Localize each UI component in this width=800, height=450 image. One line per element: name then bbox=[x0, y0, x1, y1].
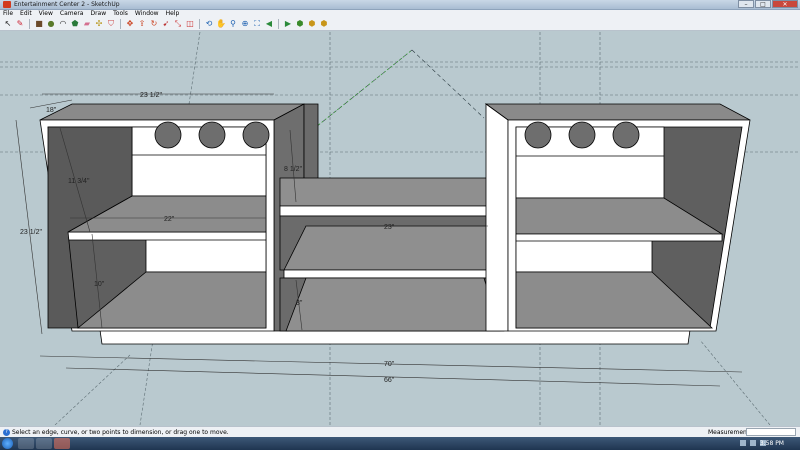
guide-triangle bbox=[305, 49, 485, 136]
dim-center-lower: 8" bbox=[296, 300, 303, 307]
zoom-extents-icon[interactable]: ⛶ bbox=[252, 19, 262, 29]
dim-depth: 18" bbox=[46, 107, 57, 114]
dim-upper-height: 11 3/4" bbox=[68, 178, 90, 185]
next-view-icon[interactable]: ▶ bbox=[283, 19, 293, 29]
main-toolbar: ↖ ✎ ■ ● ◠ ⬟ ▰ ✣ ⛉ ✥ ⇪ ↻ ➹ ⤡ ◫ ⟲ ✋ ⚲ ⊕ ⛶ ◀ ▶ ⬢ ⬢ ⬢ bbox=[0, 18, 800, 31]
dim-base: 66" bbox=[384, 377, 395, 384]
menu-edit[interactable]: Edit bbox=[20, 10, 32, 18]
get-models-icon[interactable]: ⬢ bbox=[295, 19, 305, 29]
left-cable-hole-2 bbox=[198, 121, 226, 149]
center-left-wall bbox=[303, 103, 319, 187]
taskbar-clock: 3:58 PM bbox=[759, 440, 784, 447]
right-shelf-edge bbox=[515, 233, 723, 242]
sketchup-app-icon bbox=[3, 1, 11, 8]
left-cable-hole-1 bbox=[154, 121, 182, 149]
polygon-icon[interactable]: ⬟ bbox=[70, 19, 80, 29]
center-top-shelf-edge bbox=[279, 205, 505, 217]
toolbar-separator bbox=[199, 19, 200, 29]
eraser-icon[interactable]: ▰ bbox=[82, 19, 92, 29]
left-cable-hole-3 bbox=[242, 121, 270, 149]
dim-shelf-width: 22" bbox=[164, 216, 175, 223]
toolbar-separator bbox=[120, 19, 121, 29]
tray-network-icon[interactable] bbox=[750, 440, 756, 446]
dim-center-shelf-width: 23" bbox=[384, 224, 395, 231]
base-plinth bbox=[99, 329, 691, 345]
window-controls: – □ ✕ bbox=[738, 0, 798, 9]
dim-height: 23 1/2" bbox=[20, 229, 42, 236]
windows-taskbar: 3:58 PM bbox=[0, 437, 800, 450]
toolbar-separator bbox=[278, 19, 279, 29]
close-button[interactable]: ✕ bbox=[772, 0, 798, 8]
rectangle-icon[interactable]: ■ bbox=[34, 19, 44, 29]
maximize-button[interactable]: □ bbox=[755, 0, 771, 8]
right-cable-hole-2 bbox=[568, 121, 596, 149]
right-top-surface bbox=[484, 103, 751, 121]
left-shelf-edge bbox=[67, 231, 267, 241]
dim-overall: 70" bbox=[384, 361, 395, 368]
orbit-icon[interactable]: ⟲ bbox=[204, 19, 214, 29]
dim-top-width: 23 1/2" bbox=[140, 92, 162, 99]
taskbar-explorer-icon[interactable] bbox=[36, 438, 52, 449]
share-model-icon[interactable]: ⬢ bbox=[307, 19, 317, 29]
window-title: Entertainment Center 2 - SketchUp bbox=[14, 1, 120, 8]
toolbar-separator bbox=[29, 19, 30, 29]
dim-center-upper: 8 1/2" bbox=[284, 166, 303, 173]
left-top-surface bbox=[39, 103, 305, 121]
arc-icon[interactable]: ◠ bbox=[58, 19, 68, 29]
pencil-icon[interactable]: ✎ bbox=[15, 19, 25, 29]
menu-window[interactable]: Window bbox=[135, 10, 159, 18]
tray-flag-icon[interactable] bbox=[740, 440, 746, 446]
right-cable-hole-3 bbox=[612, 121, 640, 149]
menu-camera[interactable]: Camera bbox=[60, 10, 84, 18]
right-cable-hole-1 bbox=[524, 121, 552, 149]
select-icon[interactable]: ↖ bbox=[3, 19, 13, 29]
move-icon[interactable]: ✥ bbox=[125, 19, 135, 29]
circle-icon[interactable]: ● bbox=[46, 19, 56, 29]
help-icon[interactable]: ? bbox=[3, 429, 10, 436]
menu-tools[interactable]: Tools bbox=[113, 10, 128, 18]
tape-measure-icon[interactable]: ✣ bbox=[94, 19, 104, 29]
center-bottom-shelf bbox=[285, 277, 501, 332]
minimize-button[interactable]: – bbox=[738, 0, 754, 8]
menu-file[interactable]: File bbox=[3, 10, 13, 18]
model-canvas[interactable]: 23 1/2" 18" 23 1/2" 11 3/4" 10" 22" 23" … bbox=[0, 31, 800, 426]
center-middle-shelf-edge bbox=[283, 269, 501, 279]
rotate-icon[interactable]: ↻ bbox=[149, 19, 159, 29]
taskbar-sketchup-icon[interactable] bbox=[54, 438, 70, 449]
measurements-input[interactable] bbox=[746, 428, 796, 436]
taskbar-ie-icon[interactable] bbox=[18, 438, 34, 449]
center-section bbox=[279, 103, 505, 332]
menu-view[interactable]: View bbox=[39, 10, 53, 18]
title-bar: Entertainment Center 2 - SketchUp – □ ✕ bbox=[0, 0, 800, 10]
paint-bucket-icon[interactable]: ⛉ bbox=[106, 19, 116, 29]
offset-icon[interactable]: ◫ bbox=[185, 19, 195, 29]
push-pull-icon[interactable]: ⇪ bbox=[137, 19, 147, 29]
right-tower bbox=[484, 103, 751, 332]
menu-help[interactable]: Help bbox=[166, 10, 180, 18]
right-back-lower bbox=[515, 239, 653, 273]
zoom-window-icon[interactable]: ⊕ bbox=[240, 19, 250, 29]
dim-lower-height: 10" bbox=[94, 281, 105, 288]
previous-view-icon[interactable]: ◀ bbox=[264, 19, 274, 29]
scale-icon[interactable]: ⤡ bbox=[173, 19, 183, 29]
right-left-panel bbox=[485, 103, 509, 332]
zoom-icon[interactable]: ⚲ bbox=[228, 19, 238, 29]
center-top-shelf bbox=[279, 177, 505, 207]
menu-draw[interactable]: Draw bbox=[90, 10, 106, 18]
center-middle-shelf bbox=[283, 225, 501, 271]
components-icon[interactable]: ⬢ bbox=[319, 19, 329, 29]
start-button[interactable] bbox=[2, 438, 13, 449]
menu-bar: File Edit View Camera Draw Tools Window … bbox=[0, 10, 800, 18]
follow-me-icon[interactable]: ➹ bbox=[161, 19, 171, 29]
drawing-viewport[interactable]: 23 1/2" 18" 23 1/2" 11 3/4" 10" 22" 23" … bbox=[0, 31, 800, 426]
pan-icon[interactable]: ✋ bbox=[216, 19, 226, 29]
